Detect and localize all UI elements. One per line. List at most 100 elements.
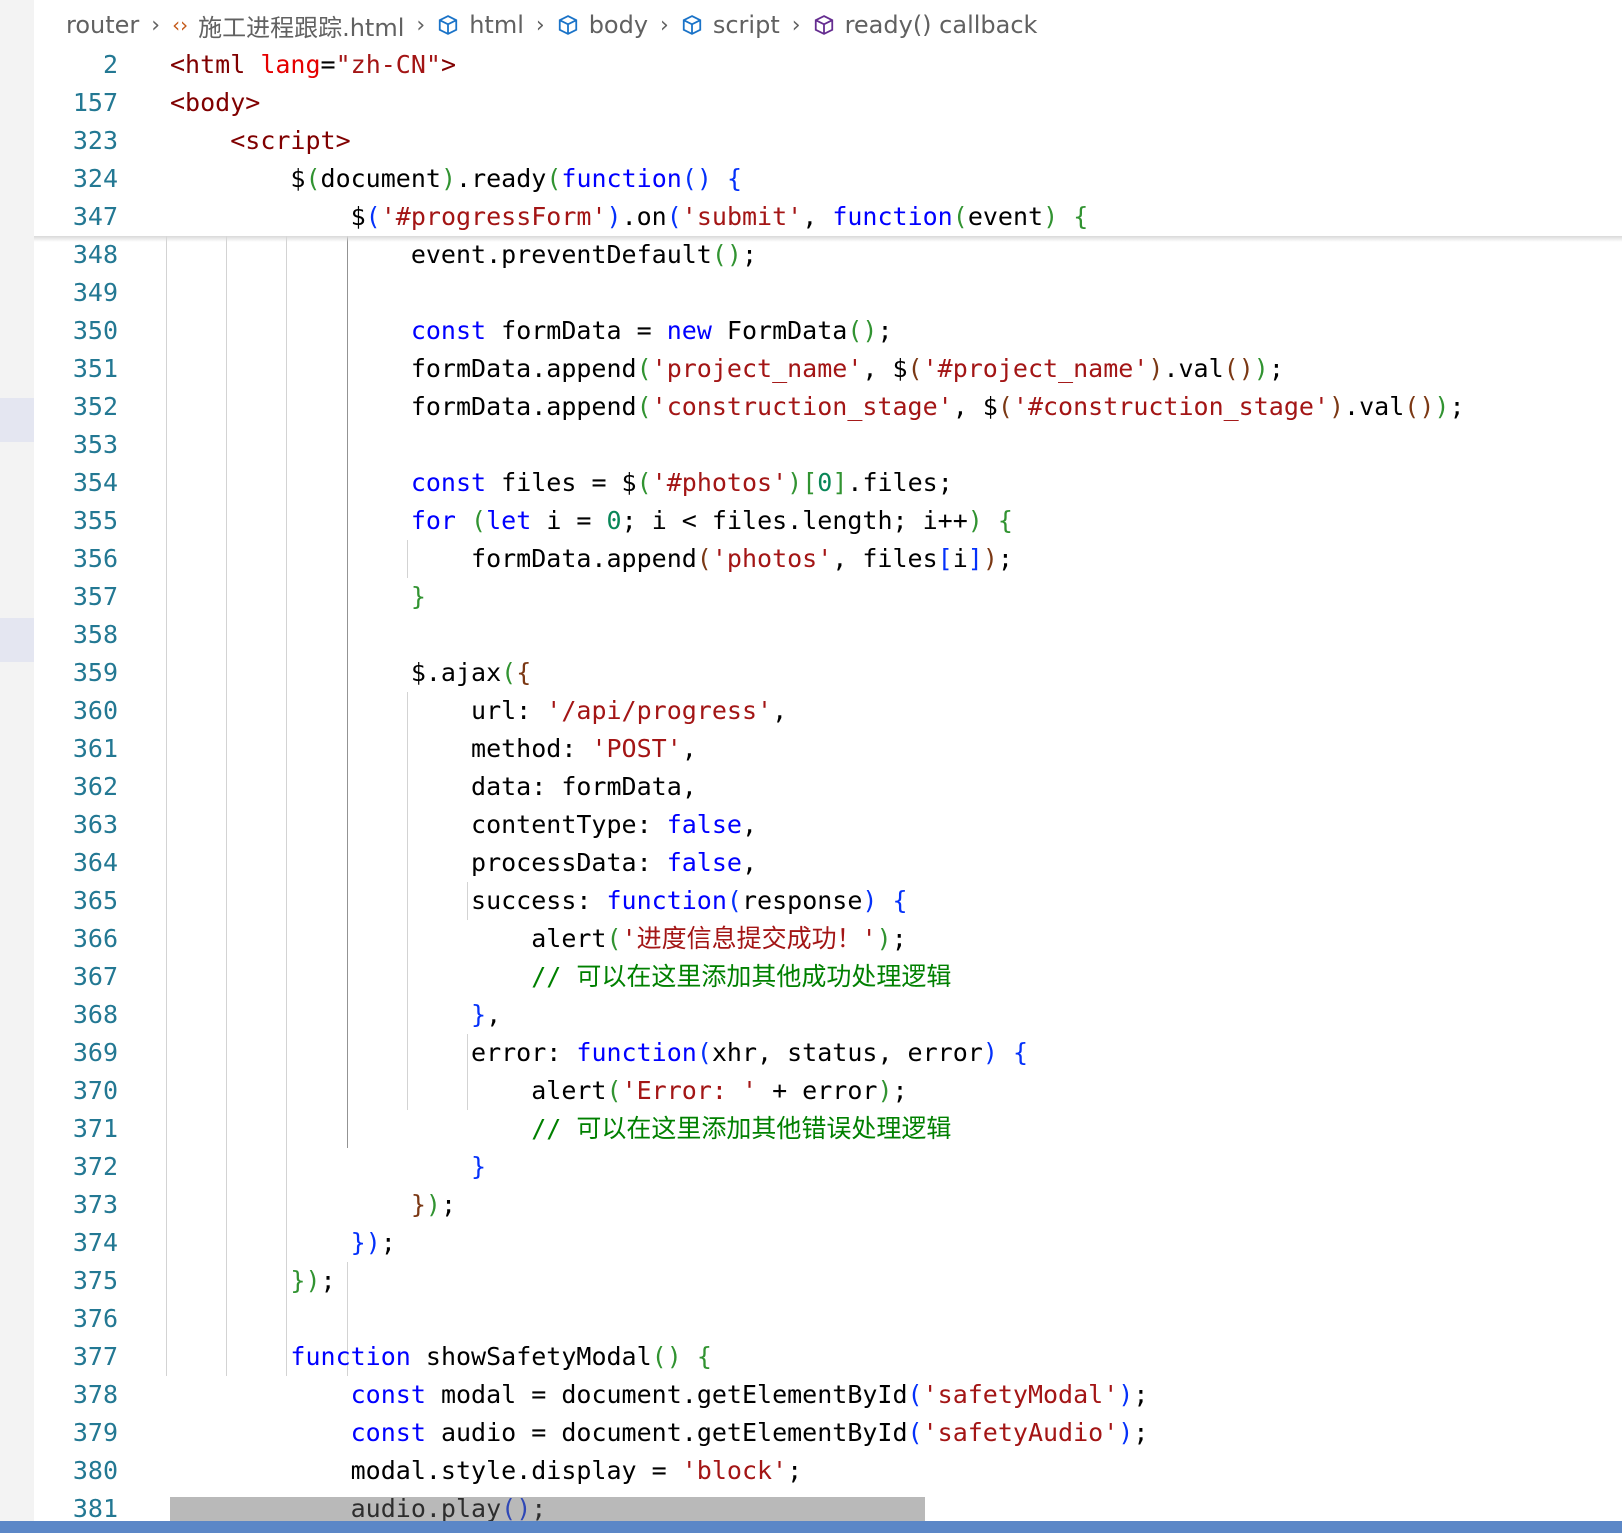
code-text: <script>: [170, 122, 350, 160]
line-number: 157: [72, 88, 118, 117]
breadcrumb-item-html[interactable]: html: [437, 11, 524, 39]
code-line[interactable]: 355 for (let i = 0; i < files.length; i+…: [34, 502, 1622, 540]
code-token: }: [290, 1266, 306, 1295]
code-token: (: [305, 164, 321, 193]
code-text: $(document).ready(function() {: [170, 160, 742, 198]
code-line[interactable]: 352 formData.append('construction_stage'…: [34, 388, 1622, 426]
line-number: 378: [72, 1380, 118, 1409]
line-number: 352: [72, 392, 118, 421]
code-text: for (let i = 0; i < files.length; i++) {: [170, 502, 1013, 540]
code-token: ,: [772, 696, 788, 725]
line-number: 353: [72, 430, 118, 459]
breadcrumb-label: html: [469, 11, 524, 39]
code-token: event: [967, 202, 1044, 231]
code-line[interactable]: 376: [34, 1300, 1622, 1338]
line-number: 357: [72, 582, 118, 611]
code-line[interactable]: 351 formData.append('project_name', $('#…: [34, 350, 1622, 388]
line-number: 356: [72, 544, 118, 573]
code-text: modal.style.display = 'block';: [170, 1452, 803, 1490]
code-line[interactable]: 370 alert('Error: ' + error);: [34, 1072, 1622, 1110]
code-line[interactable]: 366 alert('进度信息提交成功！');: [34, 920, 1622, 958]
code-token: const: [410, 316, 487, 345]
code-token: const: [410, 468, 487, 497]
sticky-code-line[interactable]: 324 $(document).ready(function() {: [34, 160, 1622, 198]
code-line[interactable]: 353: [34, 426, 1622, 464]
code-token: (: [501, 658, 517, 687]
code-line[interactable]: 373 });: [34, 1186, 1622, 1224]
code-line[interactable]: 362 data: formData,: [34, 768, 1622, 806]
code-token: }: [410, 1190, 426, 1219]
code-token: (: [666, 202, 682, 231]
code-token: ): [1043, 202, 1059, 231]
code-token: ;: [787, 1456, 803, 1485]
code-line[interactable]: 368 },: [34, 996, 1622, 1034]
code-text: processData: false,: [170, 844, 757, 882]
code-token: alert: [170, 924, 607, 953]
code-token: for: [410, 506, 456, 535]
code-line[interactable]: 367 // 可以在这里添加其他成功处理逻辑: [34, 958, 1622, 996]
breadcrumb-label: body: [588, 11, 649, 39]
code-line[interactable]: 356 formData.append('photos', files[i]);: [34, 540, 1622, 578]
code-line[interactable]: 354 const files = $('#photos')[0].files;: [34, 464, 1622, 502]
line-number: 379: [72, 1418, 118, 1447]
code-line[interactable]: 360 url: '/api/progress',: [34, 692, 1622, 730]
code-token: 'submit': [681, 202, 803, 231]
code-editor[interactable]: 2 <html lang="zh-CN"> 157 <body> 323 <script…: [34, 50, 1622, 1523]
code-line[interactable]: 365 success: function(response) {: [34, 882, 1622, 920]
breadcrumb-item-router[interactable]: router: [66, 11, 139, 39]
sticky-code-line[interactable]: 2 <html lang="zh-CN">: [34, 46, 1622, 84]
breadcrumb-item-body[interactable]: body: [557, 11, 648, 39]
code-line[interactable]: 350 const formData = new FormData();: [34, 312, 1622, 350]
code-token: xhr, status, error: [711, 1038, 983, 1067]
code-token: , files: [832, 544, 938, 573]
code-token: , $: [862, 354, 908, 383]
breadcrumb-label: ready() callback: [844, 11, 1038, 39]
code-line[interactable]: 361 method: 'POST',: [34, 730, 1622, 768]
breadcrumb: router › ‹› 施工进程跟踪.html › html › body › …: [34, 0, 1622, 50]
code-line[interactable]: 359 $.ajax({: [34, 654, 1622, 692]
code-line[interactable]: 358: [34, 616, 1622, 654]
code-line[interactable]: 371 // 可以在这里添加其他错误处理逻辑: [34, 1110, 1622, 1148]
breadcrumb-item-script[interactable]: script: [681, 11, 780, 39]
line-number: 355: [72, 506, 118, 535]
code-text: });: [170, 1262, 336, 1300]
code-line[interactable]: 380 modal.style.display = 'block';: [34, 1452, 1622, 1490]
breadcrumb-item-ready-callback[interactable]: ready() callback: [813, 11, 1038, 39]
sticky-code-line[interactable]: 157 <body>: [34, 84, 1622, 122]
code-line[interactable]: 374 });: [34, 1224, 1622, 1262]
code-line[interactable]: 369 error: function(xhr, status, error) …: [34, 1034, 1622, 1072]
code-token: .val: [1163, 354, 1224, 383]
sticky-code-line[interactable]: 347 $('#progressForm').on('submit', func…: [34, 198, 1622, 236]
sticky-code-line[interactable]: 323 <script>: [34, 122, 1622, 160]
code-token: ): [862, 886, 878, 915]
breadcrumb-item-file[interactable]: ‹› 施工进程跟踪.html: [172, 8, 404, 43]
line-number: 364: [72, 848, 118, 877]
code-line[interactable]: 378 const modal = document.getElementByI…: [34, 1376, 1622, 1414]
code-token: contentType:: [170, 810, 667, 839]
code-line[interactable]: 377 function showSafetyModal() {: [34, 1338, 1622, 1376]
code-text: function showSafetyModal() {: [170, 1338, 711, 1376]
code-token: function: [561, 164, 682, 193]
code-line[interactable]: 357 }: [34, 578, 1622, 616]
code-text: alert('进度信息提交成功！');: [170, 920, 907, 958]
line-number: 324: [72, 164, 118, 193]
code-line[interactable]: 379 const audio = document.getElementByI…: [34, 1414, 1622, 1452]
horizontal-scrollbar-thumb[interactable]: [170, 1497, 925, 1521]
code-token: '#progressForm': [380, 202, 607, 231]
code-token: ): [1118, 1380, 1134, 1409]
code-token: 'POST': [591, 734, 682, 763]
code-token: ,: [741, 810, 758, 839]
code-token: (: [606, 924, 622, 953]
code-line[interactable]: 364 processData: false,: [34, 844, 1622, 882]
code-token: ;: [320, 1266, 336, 1295]
code-token: {: [892, 886, 908, 915]
code-line[interactable]: 372 }: [34, 1148, 1622, 1186]
line-number: 362: [72, 772, 118, 801]
code-token: ): [877, 1076, 893, 1105]
code-line[interactable]: 363 contentType: false,: [34, 806, 1622, 844]
code-line[interactable]: 349: [34, 274, 1622, 312]
code-line[interactable]: 375 });: [34, 1262, 1622, 1300]
